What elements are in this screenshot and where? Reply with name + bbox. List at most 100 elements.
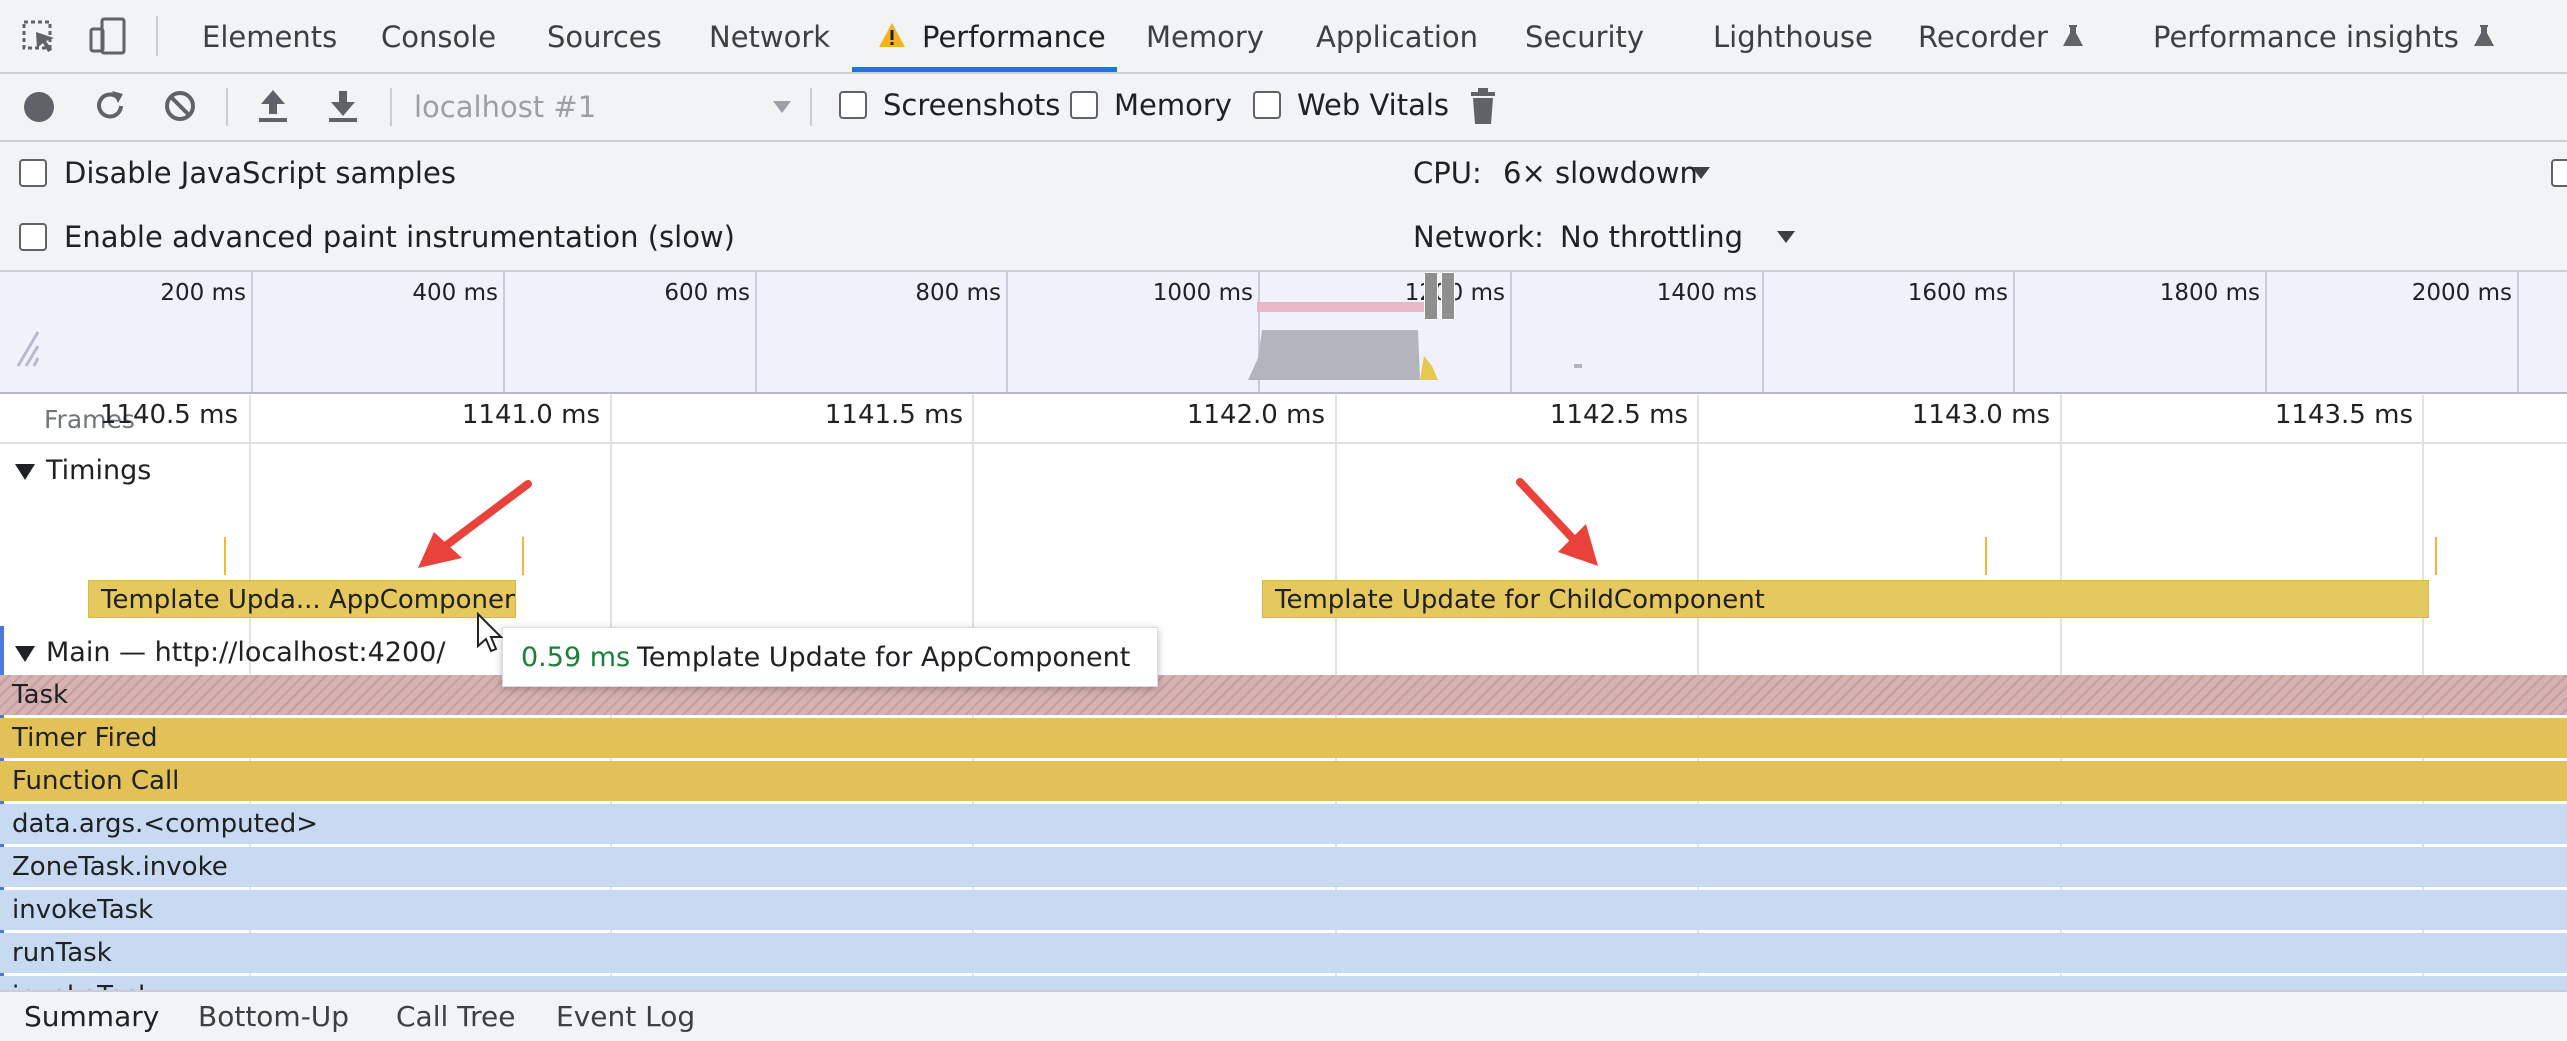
timing-bar-childcomponent[interactable]: Template Update for ChildComponent <box>1262 580 2429 618</box>
timing-marker <box>2435 537 2437 575</box>
timing-bar-label: Template Upda... AppComponent <box>101 585 516 615</box>
flame-row-runtask[interactable]: runTask <box>0 933 2567 973</box>
overview-gridline <box>2013 272 2015 392</box>
timing-bar-label: Template Update for ChildComponent <box>1275 585 1765 615</box>
performance-toolbar: localhost #1 Screenshots Memory Web Vita… <box>0 74 2567 142</box>
ruler-tick: 1140.5 ms <box>18 400 238 430</box>
load-profile-icon[interactable] <box>256 88 290 124</box>
tab-label: Security <box>1525 20 1644 54</box>
mouse-cursor-icon <box>476 612 504 654</box>
overview-cpu-activity <box>1248 316 1448 380</box>
divider <box>390 88 392 126</box>
memory-checkbox[interactable] <box>1070 91 1098 119</box>
annotation-arrow <box>1508 474 1608 574</box>
flame-row-timer-fired[interactable]: Timer Fired <box>0 718 2567 758</box>
network-throttling-value: No throttling <box>1560 220 1743 254</box>
flame-row-function-call[interactable]: Function Call <box>0 761 2567 801</box>
save-profile-icon[interactable] <box>326 88 360 124</box>
flame-row-label: Timer Fired <box>12 723 158 753</box>
advanced-paint-label: Enable advanced paint instrumentation (s… <box>64 220 735 254</box>
cpu-throttling-select[interactable]: 6× slowdown <box>1495 150 1715 196</box>
flame-row-label: invokeTask <box>12 895 153 925</box>
reload-record-icon[interactable] <box>92 88 128 124</box>
tab-security[interactable]: Security <box>1525 0 1644 72</box>
record-icon[interactable] <box>22 90 56 124</box>
extra-setting-checkbox[interactable] <box>2551 159 2567 187</box>
ruler-tick: 1142.5 ms <box>1468 400 1688 430</box>
experiment-flask-icon <box>2473 24 2495 48</box>
screenshots-label: Screenshots <box>883 88 1060 122</box>
clear-icon[interactable] <box>162 88 198 124</box>
overview-tick: 1400 ms <box>1557 280 1757 306</box>
web-vitals-checkbox[interactable] <box>1253 91 1281 119</box>
tab-label: Application <box>1316 20 1478 54</box>
web-vitals-label: Web Vitals <box>1297 88 1449 122</box>
flame-row-data-args[interactable]: data.args.<computed> <box>0 804 2567 844</box>
chevron-down-icon <box>1776 230 1796 244</box>
chevron-down-icon <box>1691 166 1711 180</box>
overview-activity-dot <box>1574 364 1582 368</box>
disable-js-samples-checkbox[interactable] <box>19 159 47 187</box>
flame-row-label: invokeTask <box>12 981 153 990</box>
tab-recorder[interactable]: Recorder <box>1918 0 2048 72</box>
overview-tick: 800 ms <box>801 280 1001 306</box>
flame-row-label: Task <box>12 680 68 710</box>
chevron-down-icon <box>772 100 792 114</box>
tab-performance-insights[interactable]: Performance insights <box>2153 0 2459 72</box>
tab-performance[interactable]: Performance <box>878 0 1106 72</box>
overview-gridline <box>1762 272 1764 392</box>
tab-lighthouse[interactable]: Lighthouse <box>1713 0 1873 72</box>
overview-window-handle-left[interactable] <box>1424 272 1438 320</box>
tooltip-duration: 0.59 ms <box>521 642 630 673</box>
tab-memory[interactable]: Memory <box>1146 0 1264 72</box>
tab-network[interactable]: Network <box>709 0 830 72</box>
divider <box>810 88 812 126</box>
annotation-arrow <box>410 476 540 576</box>
inspect-element-icon[interactable] <box>22 20 60 56</box>
target-select-value: localhost #1 <box>414 90 596 124</box>
screenshots-checkbox[interactable] <box>839 91 867 119</box>
overview-gridline <box>755 272 757 392</box>
flame-row-label: runTask <box>12 938 112 968</box>
ruler-tick: 1142.0 ms <box>1105 400 1325 430</box>
advanced-paint-checkbox[interactable] <box>19 223 47 251</box>
ruler-tick: 1141.5 ms <box>743 400 963 430</box>
tab-sources[interactable]: Sources <box>547 0 662 72</box>
tab-call-tree[interactable]: Call Tree <box>396 1000 516 1033</box>
tab-event-log[interactable]: Event Log <box>556 1000 695 1033</box>
network-label: Network: <box>1413 220 1544 254</box>
tab-elements[interactable]: Elements <box>202 0 337 72</box>
device-toolbar-icon[interactable] <box>88 16 128 56</box>
tab-application[interactable]: Application <box>1316 0 1478 72</box>
overview-gridline <box>2265 272 2267 392</box>
disable-js-samples-label: Disable JavaScript samples <box>64 156 456 190</box>
tab-summary[interactable]: Summary <box>24 1000 159 1033</box>
ruler-tick: 1143.5 ms <box>2193 400 2413 430</box>
flame-row-zonetask-invoke[interactable]: ZoneTask.invoke <box>0 847 2567 887</box>
flame-tooltip: 0.59 ms Template Update for AppComponent <box>502 627 1158 687</box>
cpu-label: CPU: <box>1413 156 1482 190</box>
tab-label: Elements <box>202 20 337 54</box>
target-select[interactable]: localhost #1 <box>400 80 800 132</box>
timings-track-label[interactable]: Timings <box>46 455 151 486</box>
flame-row-invoketask[interactable]: invokeTask <box>0 890 2567 930</box>
divider <box>156 16 158 56</box>
timing-bar-appcomponent[interactable]: Template Upda... AppComponent <box>88 580 516 618</box>
timeline-overview[interactable]: 200 ms 400 ms 600 ms 800 ms 1000 ms 1200… <box>0 272 2567 394</box>
overview-window-handle-right[interactable] <box>1441 272 1455 320</box>
tab-bottom-up[interactable]: Bottom-Up <box>198 1000 349 1033</box>
tab-console[interactable]: Console <box>381 0 496 72</box>
flame-row-task[interactable]: Task <box>0 675 2567 715</box>
overview-tick: 2000 ms <box>2312 280 2512 306</box>
main-track-label[interactable]: Main — http://localhost:4200/ <box>46 637 445 668</box>
network-throttling-select[interactable]: No throttling <box>1550 214 1810 260</box>
experiment-flask-icon <box>2062 24 2084 48</box>
main-expand-icon[interactable] <box>15 646 35 662</box>
overview-tick: 1800 ms <box>2060 280 2260 306</box>
timings-expand-icon[interactable] <box>15 464 35 480</box>
overview-tick: 200 ms <box>46 280 246 306</box>
ruler-tick: 1141.0 ms <box>380 400 600 430</box>
overview-gridline <box>1006 272 1008 392</box>
trash-icon[interactable] <box>1468 88 1498 126</box>
flame-row-invoketask[interactable]: invokeTask <box>0 976 2567 990</box>
